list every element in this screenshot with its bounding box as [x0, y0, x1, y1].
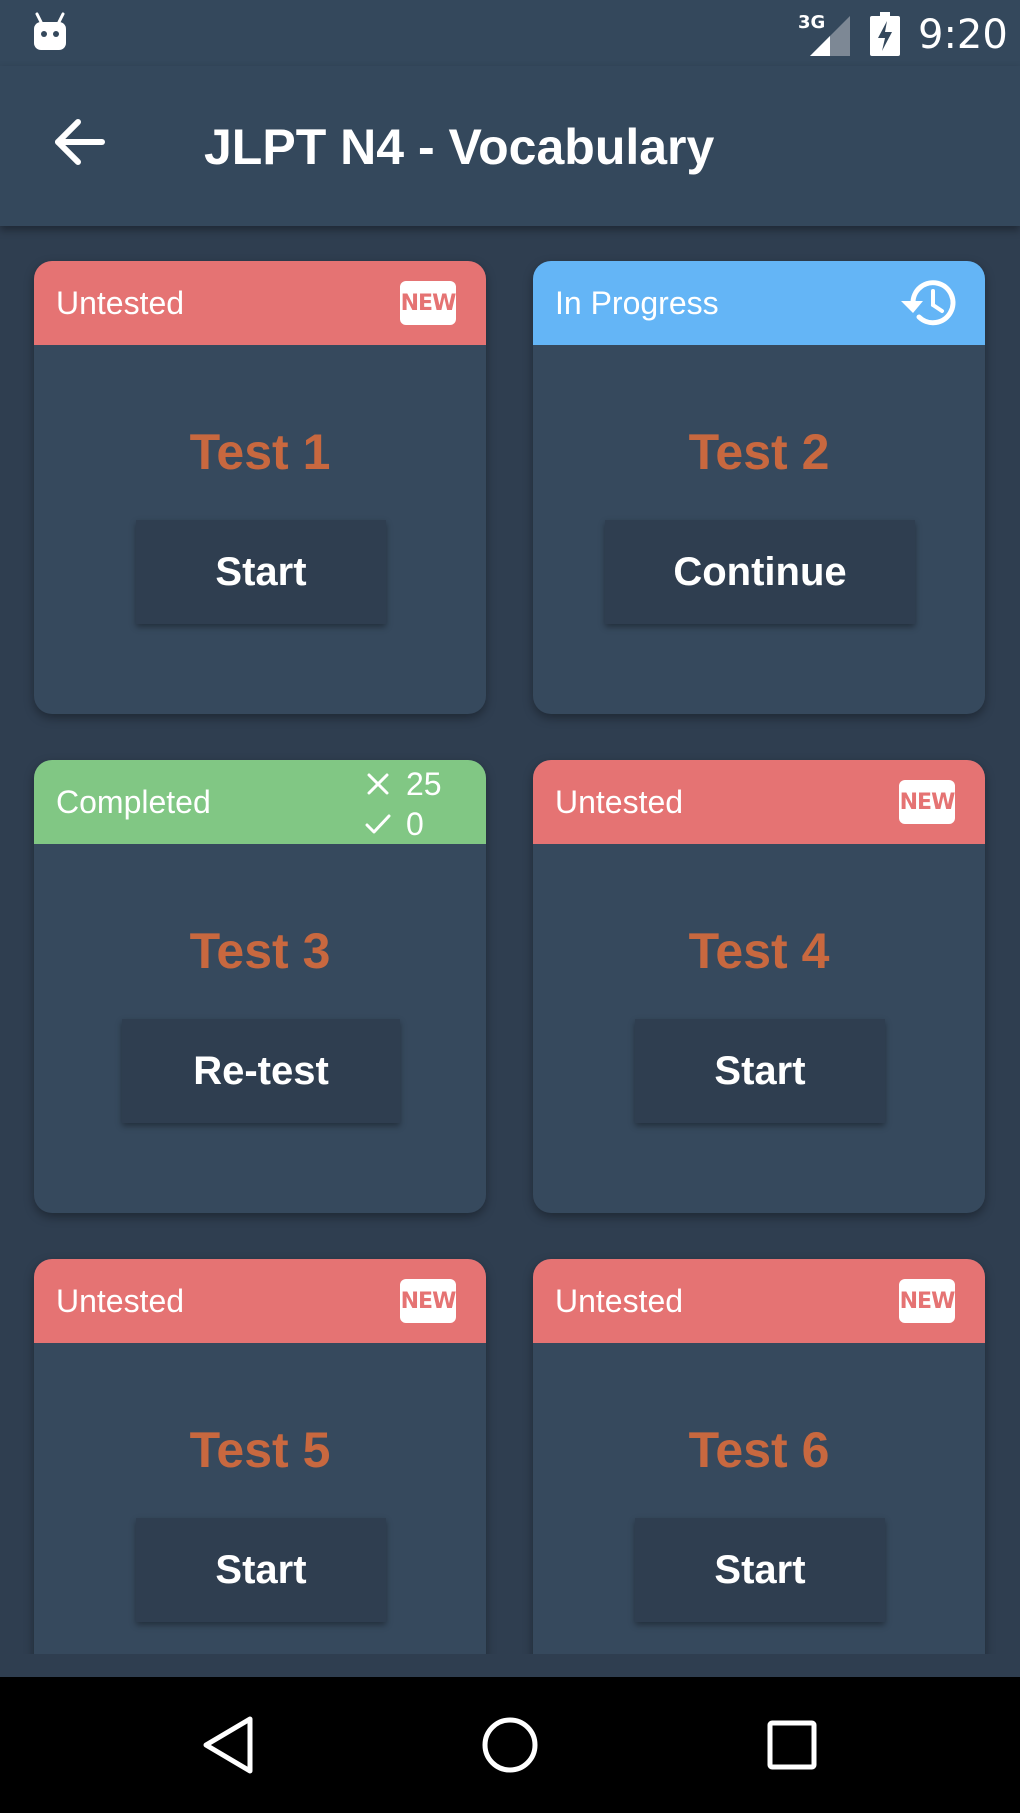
android-notification-icon	[34, 12, 66, 50]
test-title: Test 6	[688, 1422, 830, 1478]
start-button[interactable]: Start	[635, 1019, 885, 1123]
score-summary: 25 0	[364, 764, 464, 844]
card-status-header: Untested NEW	[34, 1259, 486, 1343]
nav-recents-icon[interactable]	[762, 1713, 822, 1777]
app-bar: JLPT N4 - Vocabulary	[0, 66, 1020, 226]
card-status-header: Completed 25 0	[34, 760, 486, 844]
battery-charging-icon	[870, 12, 900, 56]
status-label: Untested	[555, 1282, 684, 1319]
card-status-header: Untested NEW	[533, 1259, 985, 1343]
status-label: Untested	[56, 1282, 185, 1319]
status-label: Untested	[56, 284, 185, 321]
screen: 3G 9:20 JLPT N4 - Vocabulary Untested NE…	[0, 0, 1020, 1813]
back-arrow-icon[interactable]	[44, 106, 116, 178]
nav-back-icon[interactable]	[198, 1713, 258, 1777]
new-badge-icon: NEW	[400, 1279, 456, 1323]
status-label: In Progress	[555, 284, 719, 321]
test-card-1: Untested NEW Test 1 Start	[34, 261, 486, 714]
test-title: Test 3	[189, 923, 331, 979]
start-button[interactable]: Start	[136, 1518, 386, 1622]
right-count-row: 0	[364, 804, 464, 844]
wrong-count-row: 25	[364, 764, 464, 804]
status-label: Completed	[56, 783, 211, 820]
test-grid: Untested NEW Test 1 Start In Progress Te…	[0, 226, 1020, 1654]
start-button[interactable]: Start	[635, 1518, 885, 1622]
test-card-6: Untested NEW Test 6 Start	[533, 1259, 985, 1654]
test-card-4: Untested NEW Test 4 Start	[533, 760, 985, 1213]
close-icon	[367, 773, 389, 795]
test-card-2: In Progress Test 2 Continue	[533, 261, 985, 714]
test-title: Test 2	[688, 424, 830, 480]
navigation-bar	[0, 1677, 1020, 1813]
history-icon	[901, 280, 956, 326]
page-title: JLPT N4 - Vocabulary	[204, 119, 715, 175]
test-card-5: Untested NEW Test 5 Start	[34, 1259, 486, 1654]
retest-button[interactable]: Re-test	[122, 1019, 400, 1123]
check-icon	[365, 814, 391, 834]
status-bar: 3G 9:20	[0, 0, 1020, 66]
new-badge-icon: NEW	[899, 780, 955, 824]
new-badge-icon: NEW	[899, 1279, 955, 1323]
test-card-3: Completed 25 0 Test 3 Re-test	[34, 760, 486, 1213]
card-status-header: Untested NEW	[34, 261, 486, 345]
right-count: 0	[406, 805, 424, 842]
card-status-header: In Progress	[533, 261, 985, 345]
nav-home-icon[interactable]	[480, 1713, 540, 1777]
clock: 9:20	[918, 12, 1008, 58]
test-title: Test 4	[688, 923, 830, 979]
new-badge-icon: NEW	[400, 281, 456, 325]
signal-strength-icon	[810, 16, 850, 56]
start-button[interactable]: Start	[136, 520, 386, 624]
card-status-header: Untested NEW	[533, 760, 985, 844]
wrong-count: 25	[406, 765, 442, 802]
continue-button[interactable]: Continue	[605, 520, 915, 624]
test-title: Test 5	[189, 1422, 331, 1478]
status-label: Untested	[555, 783, 684, 820]
test-title: Test 1	[189, 424, 331, 480]
